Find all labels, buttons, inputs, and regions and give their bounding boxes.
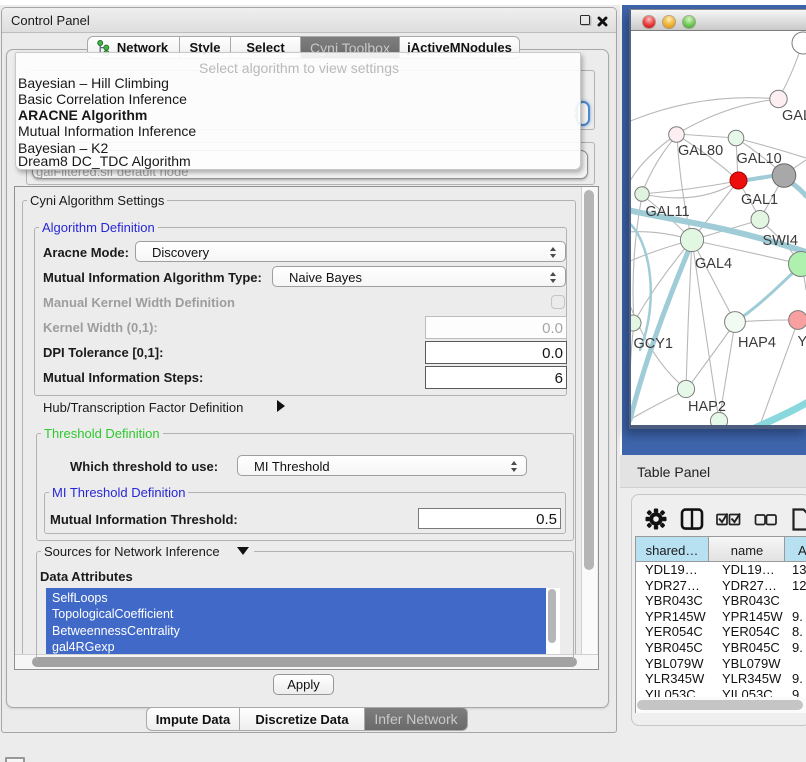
svg-text:GAL10: GAL10 bbox=[737, 151, 782, 167]
svg-text:GAL4: GAL4 bbox=[695, 256, 732, 272]
svg-text:GAL80: GAL80 bbox=[678, 143, 723, 159]
svg-text:SWI4: SWI4 bbox=[763, 233, 798, 249]
svg-text:GAL11: GAL11 bbox=[646, 204, 690, 220]
svg-text:GAL7: GAL7 bbox=[782, 108, 806, 124]
svg-text:GAL1: GAL1 bbox=[741, 192, 778, 208]
svg-text:YM: YM bbox=[798, 334, 806, 350]
svg-text:HAP4: HAP4 bbox=[738, 335, 776, 351]
svg-text:GCY1: GCY1 bbox=[634, 336, 674, 352]
svg-text:HAP2: HAP2 bbox=[688, 399, 726, 415]
